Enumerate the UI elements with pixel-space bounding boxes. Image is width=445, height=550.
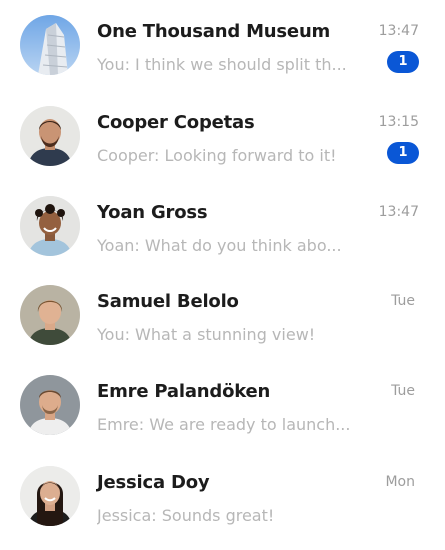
conversation-row[interactable]: One Thousand Museum You: I think we shou… xyxy=(0,15,445,99)
conversation-list: One Thousand Museum You: I think we shou… xyxy=(0,0,445,550)
person-avatar-icon xyxy=(20,196,80,256)
unread-badge: 1 xyxy=(387,51,419,73)
conversation-row[interactable]: Yoan Gross Yoan: What do you think abo..… xyxy=(0,196,445,280)
message-time: 13:47 xyxy=(378,23,419,39)
person-avatar-icon xyxy=(20,466,80,526)
message-preview: Emre: We are ready to launch... xyxy=(97,415,351,434)
contact-name: Yoan Gross xyxy=(97,202,208,223)
person-avatar-icon xyxy=(20,285,80,345)
conversation-row[interactable]: Emre Palandöken Emre: We are ready to la… xyxy=(0,375,445,459)
conversation-row[interactable]: Jessica Doy Jessica: Sounds great! Mon xyxy=(0,466,445,550)
message-time: 13:47 xyxy=(378,204,419,220)
message-time: 13:15 xyxy=(378,114,419,130)
message-time: Tue xyxy=(391,293,415,309)
message-preview: Jessica: Sounds great! xyxy=(97,506,275,525)
building-avatar-icon xyxy=(20,15,80,75)
contact-name: Jessica Doy xyxy=(97,472,210,493)
message-time: Tue xyxy=(391,383,415,399)
message-preview: Cooper: Looking forward to it! xyxy=(97,146,337,165)
contact-name: One Thousand Museum xyxy=(97,21,331,42)
conversation-row[interactable]: Cooper Copetas Cooper: Looking forward t… xyxy=(0,106,445,190)
contact-name: Cooper Copetas xyxy=(97,112,255,133)
person-avatar-icon xyxy=(20,375,80,435)
unread-badge: 1 xyxy=(387,142,419,164)
person-avatar-icon xyxy=(20,106,80,166)
contact-name: Emre Palandöken xyxy=(97,381,271,402)
message-time: Mon xyxy=(385,474,415,490)
message-preview: Yoan: What do you think abo... xyxy=(97,236,342,255)
message-preview: You: What a stunning view! xyxy=(97,325,316,344)
contact-name: Samuel Belolo xyxy=(97,291,239,312)
conversation-row[interactable]: Samuel Belolo You: What a stunning view!… xyxy=(0,285,445,369)
message-preview: You: I think we should split th... xyxy=(97,55,347,74)
